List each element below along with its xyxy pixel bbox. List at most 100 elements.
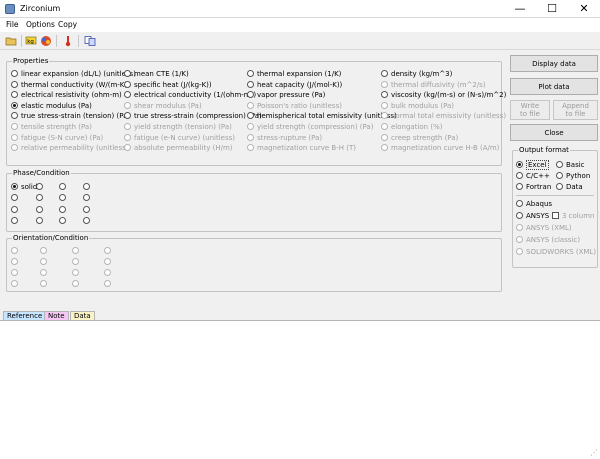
orientation-radio-option[interactable] <box>11 258 21 267</box>
phase-radio-option[interactable] <box>11 194 21 203</box>
menu-copy[interactable]: Copy <box>58 20 77 29</box>
color-palette-icon[interactable] <box>40 35 52 47</box>
property-option[interactable]: elongation (%) <box>381 123 442 132</box>
property-option[interactable]: density (kg/m^3) <box>381 70 452 79</box>
property-option[interactable]: vapor pressure (Pa) <box>247 91 325 100</box>
property-option[interactable]: relative permeability (unitless) <box>11 144 129 153</box>
maximize-button[interactable]: ☐ <box>536 0 568 18</box>
property-option[interactable]: heat capacity (J/(mol-K)) <box>247 80 342 90</box>
write-to-file-button[interactable]: Write to file <box>510 100 550 120</box>
orientation-radio-option[interactable] <box>72 247 82 256</box>
property-option[interactable]: fatigue (e-N curve) (unitless) <box>124 133 235 143</box>
orientation-radio-option[interactable] <box>40 280 50 289</box>
orientation-radio-option[interactable] <box>11 247 21 256</box>
output-radio-abaqus[interactable]: Abaqus <box>516 200 552 209</box>
phase-radio-option[interactable] <box>59 206 69 215</box>
phase-radio-option[interactable] <box>11 217 21 226</box>
phase-radio-option[interactable] <box>11 206 21 215</box>
property-option[interactable]: bulk modulus (Pa) <box>381 101 454 111</box>
data-output-panel[interactable]: ⋰ <box>0 320 600 459</box>
thermometer-icon[interactable] <box>62 35 74 47</box>
property-option[interactable]: hemispherical total emissivity (unitless… <box>247 112 397 121</box>
output-radio-ansys-xml[interactable]: ANSYS (XML) <box>516 224 572 233</box>
property-option-label: normal total emissivity (unitless) <box>391 112 507 121</box>
orientation-radio-option[interactable] <box>40 247 50 256</box>
phase-radio-option[interactable] <box>83 217 93 226</box>
property-option[interactable]: specific heat (J/(kg-K)) <box>124 80 212 90</box>
property-option[interactable]: thermal expansion (1/K) <box>247 70 341 79</box>
property-option[interactable]: linear expansion (dL/L) (unitless) <box>11 70 136 79</box>
property-option[interactable]: true stress-strain (compression) (Pa) <box>124 112 262 121</box>
plot-data-button[interactable]: Plot data <box>510 78 598 95</box>
orientation-radio-option[interactable] <box>104 247 114 256</box>
property-option[interactable]: viscosity (kg/(m-s) or (N-s)/m^2) <box>381 91 506 100</box>
property-option[interactable]: elastic modulus (Pa) <box>11 101 92 111</box>
copy-icon[interactable] <box>84 35 96 47</box>
output-radio-data[interactable]: Data <box>556 183 583 192</box>
property-option[interactable]: magnetization curve B-H (T) <box>247 144 356 153</box>
orientation-radio-option[interactable] <box>72 258 82 267</box>
property-option[interactable]: normal total emissivity (unitless) <box>381 112 506 121</box>
phase-radio-option[interactable] <box>83 206 93 215</box>
phase-radio-option[interactable] <box>36 183 46 192</box>
output-radio-cpp[interactable]: C/C++ <box>516 172 550 181</box>
output-radio-ansys[interactable]: ANSYS <box>516 212 549 221</box>
close-window-button[interactable]: ✕ <box>568 0 600 18</box>
resize-grip-icon[interactable]: ⋰ <box>590 449 598 457</box>
property-option[interactable]: yield strength (compression) (Pa) <box>247 123 373 132</box>
phase-radio-option[interactable] <box>36 206 46 215</box>
property-option[interactable]: true stress-strain (tension) (Pa) <box>11 112 130 121</box>
phase-radio-solid[interactable]: solid <box>11 183 37 192</box>
property-option[interactable]: stress-rupture (Pa) <box>247 133 322 143</box>
property-option[interactable]: thermal diffusivity (m^2/s) <box>381 80 486 90</box>
output-radio-ansys-classic[interactable]: ANSYS (classic) <box>516 236 580 245</box>
orientation-radio-option[interactable] <box>11 280 21 289</box>
excel-label: Excel <box>526 160 549 170</box>
property-option[interactable]: mean CTE (1/K) <box>124 70 189 79</box>
phase-radio-option[interactable] <box>83 194 93 203</box>
open-folder-icon[interactable] <box>5 35 17 47</box>
phase-radio-option[interactable] <box>59 217 69 226</box>
menu-options[interactable]: Options <box>26 20 55 29</box>
orientation-radio-option[interactable] <box>72 269 82 278</box>
radio-selected <box>11 183 18 190</box>
close-button[interactable]: Close <box>510 124 598 141</box>
title-bar: Zirconium — ☐ ✕ <box>0 0 600 18</box>
units-icon[interactable]: kg <box>25 35 37 47</box>
property-option[interactable]: fatigue (S-N curve) (Pa) <box>11 133 103 143</box>
orientation-radio-option[interactable] <box>40 258 50 267</box>
minimize-button[interactable]: — <box>504 0 536 18</box>
property-option[interactable]: electrical resistivity (ohm-m) <box>11 91 122 100</box>
property-option[interactable]: shear modulus (Pa) <box>124 101 202 111</box>
display-data-button[interactable]: Display data <box>510 55 598 72</box>
output-radio-fortran[interactable]: Fortran <box>516 183 551 192</box>
three-column-label: 3 column <box>562 212 595 220</box>
phase-radio-option[interactable] <box>59 183 69 192</box>
output-radio-python[interactable]: Python <box>556 172 590 181</box>
phase-radio-option[interactable] <box>36 217 46 226</box>
output-radio-solidworks[interactable]: SOLIDWORKS (XML) <box>516 248 596 257</box>
radio-unselected <box>59 206 66 213</box>
property-option[interactable]: thermal conductivity (W/(m-K)) <box>11 80 130 90</box>
orientation-radio-option[interactable] <box>104 280 114 289</box>
orientation-radio-option[interactable] <box>104 269 114 278</box>
phase-radio-option[interactable] <box>83 183 93 192</box>
orientation-radio-option[interactable] <box>72 280 82 289</box>
three-column-checkbox[interactable]: 3 column <box>552 212 594 221</box>
property-option[interactable]: absolute permeability (H/m) <box>124 144 233 153</box>
orientation-radio-option[interactable] <box>11 269 21 278</box>
phase-radio-option[interactable] <box>59 194 69 203</box>
menu-file[interactable]: File <box>6 20 19 29</box>
orientation-radio-option[interactable] <box>40 269 50 278</box>
orientation-radio-option[interactable] <box>104 258 114 267</box>
property-option[interactable]: magnetization curve H-B (A/m) <box>381 144 499 153</box>
append-to-file-button[interactable]: Append to file <box>553 100 598 120</box>
property-option[interactable]: yield strength (tension) (Pa) <box>124 123 232 132</box>
phase-radio-option[interactable] <box>36 194 46 203</box>
property-option[interactable]: Poisson's ratio (unitless) <box>247 101 342 111</box>
output-radio-excel[interactable]: Excel <box>516 160 549 170</box>
property-option[interactable]: electrical conductivity (1/(ohm-m)) <box>124 91 256 100</box>
property-option[interactable]: tensile strength (Pa) <box>11 123 92 132</box>
output-radio-basic[interactable]: Basic <box>556 161 585 170</box>
property-option[interactable]: creep strength (Pa) <box>381 133 458 143</box>
